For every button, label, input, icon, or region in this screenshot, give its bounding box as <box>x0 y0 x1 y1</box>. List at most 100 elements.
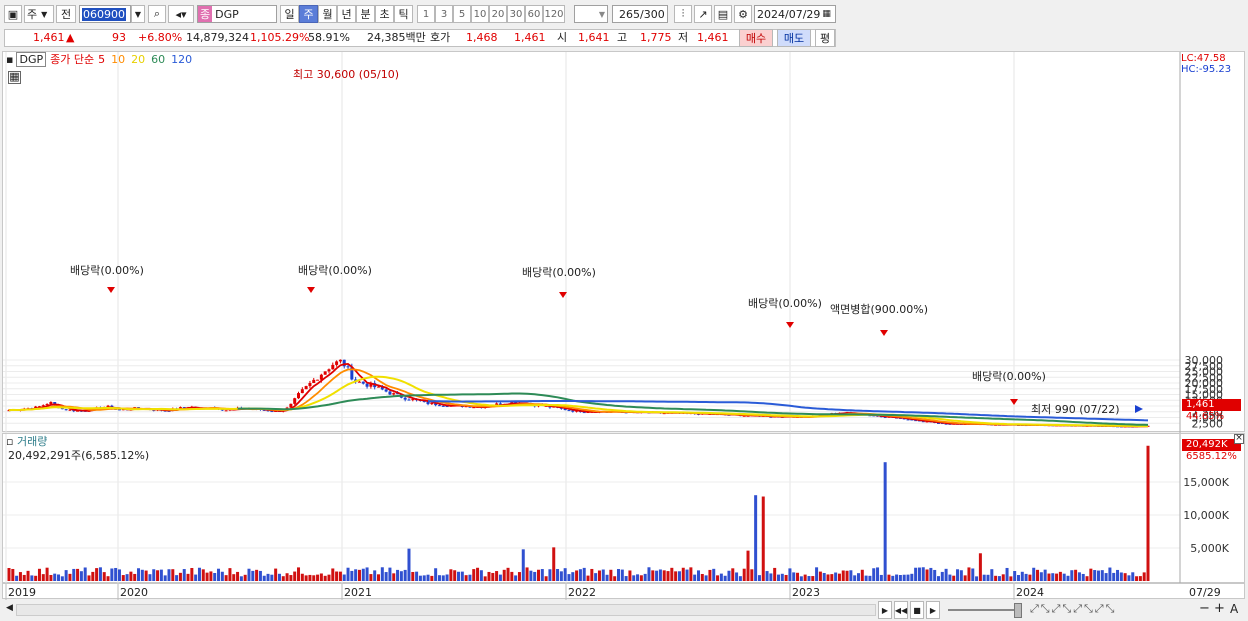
volume-bar <box>796 572 800 581</box>
volume-bar <box>1036 569 1040 581</box>
ask-label: 호가 <box>430 31 451 44</box>
volume-bar <box>537 569 541 581</box>
tab-day[interactable]: 일 <box>280 5 299 23</box>
volume-close-icon[interactable]: × <box>1234 434 1244 444</box>
rewind-icon[interactable]: ◀◀ <box>894 601 908 619</box>
code-input[interactable]: 060900 <box>79 5 131 23</box>
scroll-right-icon[interactable]: ▶ <box>878 601 892 619</box>
volume-bar <box>997 576 1001 581</box>
volume-bar <box>978 553 982 581</box>
save-icon[interactable]: ▤ <box>714 5 732 23</box>
volume-bar <box>72 568 76 581</box>
volume-bar <box>1081 573 1085 581</box>
candle-body <box>308 382 312 387</box>
volume-bar <box>76 568 80 581</box>
volume-bar <box>308 574 312 581</box>
speaker-icon[interactable]: ◂▾ <box>168 5 194 23</box>
legend-toggle-icon[interactable]: ▪ <box>6 53 13 66</box>
interval-60[interactable]: 60 <box>525 5 543 23</box>
volume-bar <box>338 571 342 581</box>
legend-series-label: 종가 단순 <box>50 53 95 66</box>
candle-body <box>64 409 68 411</box>
candle-type-icon[interactable]: ⫶ <box>674 5 692 23</box>
interval-120[interactable]: 120 <box>543 5 565 23</box>
volume-bar <box>95 568 99 581</box>
volume-bar <box>647 567 651 581</box>
prev-button[interactable]: 전 <box>56 5 76 23</box>
volume-bar <box>422 575 426 581</box>
volume-bar <box>868 575 872 581</box>
volume-bar <box>281 576 285 581</box>
sell-button[interactable]: 매도 <box>777 29 811 47</box>
volume-bar <box>133 573 137 581</box>
scrollbar-track[interactable] <box>16 604 876 616</box>
tab-minute[interactable]: 분 <box>356 5 375 23</box>
candle-body <box>331 364 335 370</box>
volume-bar <box>548 569 552 581</box>
volume-bar <box>887 574 891 581</box>
date-field[interactable]: 2024/07/29 ▦ <box>754 5 836 23</box>
search-icon[interactable]: ⌕ <box>148 5 166 23</box>
volume-bar <box>460 571 464 581</box>
buy-button[interactable]: 매수 <box>739 29 773 47</box>
calendar-icon[interactable]: ▦ <box>822 9 831 19</box>
legend-ma60: 60 <box>151 52 166 66</box>
volume-bar <box>415 571 419 581</box>
legend-code[interactable]: DGP <box>16 51 47 67</box>
tab-second[interactable]: 초 <box>375 5 394 23</box>
volume-bar <box>312 575 316 581</box>
interval-1[interactable]: 1 <box>417 5 435 23</box>
volume-bar <box>11 568 15 581</box>
volume-bar <box>247 568 251 581</box>
volume-bar <box>841 570 845 581</box>
volume-bar <box>971 568 975 581</box>
tab-year[interactable]: 년 <box>337 5 356 23</box>
volume-bar <box>163 575 167 581</box>
volume-bar <box>178 572 182 581</box>
volume-bar <box>1104 573 1108 581</box>
zoom-in-icon[interactable]: + <box>1214 601 1225 616</box>
auto-scale-icon[interactable]: A <box>1230 602 1238 616</box>
interval-10[interactable]: 10 <box>471 5 489 23</box>
zoom-slider-thumb[interactable] <box>1014 603 1022 618</box>
zoom-slider[interactable] <box>948 609 1018 611</box>
volume-bar <box>213 572 217 581</box>
interval-20[interactable]: 20 <box>489 5 507 23</box>
window-menu-icon[interactable]: ▣ <box>4 5 22 23</box>
volume-bar <box>803 574 807 581</box>
custom-interval-select[interactable]: ▼ <box>574 5 608 23</box>
stop-icon[interactable]: ■ <box>910 601 924 619</box>
volume-bar <box>285 573 289 581</box>
interval-5[interactable]: 5 <box>453 5 471 23</box>
play-icon[interactable]: ▶ <box>926 601 940 619</box>
volume-bar <box>1005 567 1009 581</box>
draw-tools-icon[interactable]: ⤢⤡⤢⤡⤢⤡⤢⤡ <box>1030 602 1116 616</box>
tab-week[interactable]: 주 <box>299 5 318 23</box>
interval-3[interactable]: 3 <box>435 5 453 23</box>
volume-bar <box>586 575 590 581</box>
volume-bar <box>681 567 685 581</box>
volume-bar <box>114 567 118 581</box>
scroll-left-icon[interactable]: ◀ <box>6 603 13 613</box>
eval-button[interactable]: 평 <box>815 29 835 47</box>
table-icon[interactable]: ▦ <box>8 71 21 84</box>
code-dropdown-icon[interactable]: ▼ <box>131 5 145 23</box>
interval-30[interactable]: 30 <box>507 5 525 23</box>
name-badge: 종 <box>198 6 213 22</box>
volume-bar <box>1051 573 1055 581</box>
name-field[interactable]: 종 DGP <box>197 5 277 23</box>
volume-bar <box>917 567 921 581</box>
candle-body <box>357 381 361 383</box>
zoom-out-icon[interactable]: − <box>1199 601 1210 616</box>
dividend-annotation-2020: 배당락(0.00%) <box>298 264 372 277</box>
price-chart-panel[interactable]: 30,000 27,500 25,000 22,500 20,000 17,500 15,0… <box>2 51 1245 433</box>
volume-panel[interactable]: 15,000K 10,000K 5,000K <box>2 433 1245 584</box>
count-field[interactable]: 265 /300 <box>612 5 668 23</box>
market-select[interactable]: 주 ▼ <box>24 5 54 23</box>
volume-bar <box>377 574 381 581</box>
gear-icon[interactable]: ⚙ <box>734 5 752 23</box>
draw-tool-icon[interactable]: ↗ <box>694 5 712 23</box>
volume-bar <box>757 575 761 581</box>
tab-month[interactable]: 월 <box>318 5 337 23</box>
tab-tick[interactable]: 틱 <box>394 5 413 23</box>
